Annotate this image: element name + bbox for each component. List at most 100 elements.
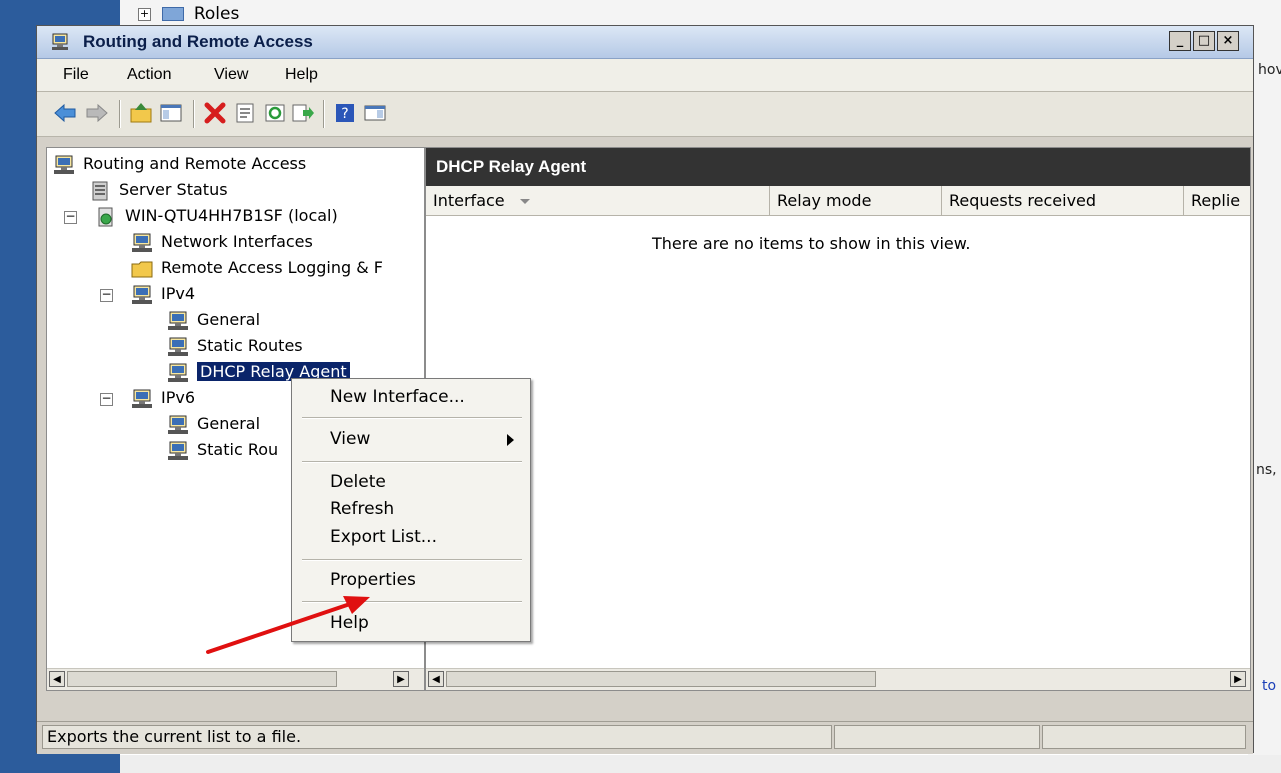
tree-label: Network Interfaces (161, 232, 313, 251)
tree-label: IPv4 (161, 284, 196, 303)
help-icon[interactable]: ? (333, 102, 357, 124)
tree-label: IPv6 (161, 388, 196, 407)
submenu-arrow-icon (507, 434, 514, 446)
column-header-relay-mode[interactable]: Relay mode (770, 186, 942, 216)
export-list-icon[interactable] (291, 102, 315, 124)
dhcp-relay-agent-icon (168, 363, 188, 382)
general-icon (168, 415, 188, 434)
show-hide-tree-icon[interactable] (159, 102, 183, 124)
tree-node-ipv4-static-routes[interactable]: Static Routes (167, 335, 303, 357)
forward-icon[interactable] (85, 102, 109, 124)
context-menu-new-interface[interactable]: New Interface... (330, 387, 465, 407)
scroll-left-icon[interactable]: ◀ (49, 671, 65, 687)
server-status-icon (92, 181, 108, 200)
menu-help[interactable]: Help (285, 66, 318, 84)
tree-node-remote-access-logging[interactable]: Remote Access Logging & F (131, 257, 383, 279)
delete-icon[interactable] (203, 102, 227, 124)
minimize-button[interactable]: _ (1169, 31, 1191, 51)
network-interfaces-icon (132, 233, 152, 252)
tree-node-ipv4-general[interactable]: General (167, 309, 260, 331)
tree-label: Static Rou (197, 440, 279, 459)
expand-icon[interactable]: + (138, 7, 151, 21)
scroll-left-icon[interactable]: ◀ (428, 671, 444, 687)
sort-arrow-icon (519, 199, 530, 204)
background-bottom-strip (120, 755, 1281, 773)
toolbar: ? (37, 92, 1253, 137)
menu-separator (302, 559, 522, 561)
scroll-thumb[interactable] (67, 671, 337, 687)
tree-label: General (197, 310, 261, 329)
refresh-icon[interactable] (263, 102, 287, 124)
scroll-right-icon[interactable]: ▶ (1230, 671, 1246, 687)
context-menu-view[interactable]: View (330, 429, 370, 449)
details-pane: DHCP Relay Agent Interface Relay mode Re… (425, 147, 1251, 691)
menu-file[interactable]: File (63, 66, 89, 84)
scroll-thumb[interactable] (446, 671, 876, 687)
background-roles-node[interactable]: + Roles (138, 4, 239, 24)
menu-view[interactable]: View (214, 66, 248, 84)
scroll-right-icon[interactable]: ▶ (393, 671, 409, 687)
tree-node-ipv6-general[interactable]: General (167, 413, 260, 435)
routing-remote-access-window: Routing and Remote Access _ □ × File Act… (36, 25, 1254, 754)
close-button[interactable]: × (1217, 31, 1239, 51)
status-text: Exports the current list to a file. (42, 725, 832, 749)
menu-separator (302, 601, 522, 603)
maximize-button[interactable]: □ (1193, 31, 1215, 51)
details-horizontal-scrollbar[interactable]: ◀ ▶ (426, 668, 1250, 690)
tree-node-network-interfaces[interactable]: Network Interfaces (131, 231, 313, 253)
properties-icon[interactable] (233, 102, 257, 124)
background-link-snippet[interactable]: to (1262, 678, 1276, 694)
toolbar-separator (323, 100, 325, 128)
static-routes-icon (168, 441, 188, 460)
ipv6-icon (132, 389, 152, 408)
action-pane-icon[interactable] (363, 102, 387, 124)
tree-label: WIN-QTU4HH7B1SF (local) (125, 206, 338, 225)
window-title: Routing and Remote Access (83, 32, 313, 51)
title-bar[interactable]: Routing and Remote Access _ □ × (37, 26, 1253, 59)
menu-separator (302, 417, 522, 419)
general-icon (168, 311, 188, 330)
context-menu-export-list[interactable]: Export List... (330, 527, 437, 547)
status-segment (834, 725, 1040, 749)
tree-label: General (197, 414, 261, 433)
up-folder-icon[interactable] (129, 102, 153, 124)
context-menu-help[interactable]: Help (330, 613, 369, 633)
tree-node-server[interactable]: WIN-QTU4HH7B1SF (local) (95, 205, 338, 227)
tree-horizontal-scrollbar[interactable]: ◀ ▶ (47, 668, 424, 690)
status-segment (1042, 725, 1246, 749)
toolbar-separator (119, 100, 121, 128)
tree-label: Static Routes (197, 336, 303, 355)
back-icon[interactable] (53, 102, 77, 124)
menu-action[interactable]: Action (127, 66, 171, 84)
svg-text:?: ? (341, 106, 348, 122)
menu-bar: File Action View Help (37, 59, 1253, 92)
tree-node-ipv6-static-routes[interactable]: Static Rou (167, 439, 278, 461)
rras-icon (54, 155, 74, 174)
background-text-snippet: hov (1258, 62, 1281, 78)
tree-label: Routing and Remote Access (83, 154, 307, 173)
context-menu-properties[interactable]: Properties (330, 570, 416, 590)
context-menu-delete[interactable]: Delete (330, 472, 386, 492)
column-header-replies[interactable]: Replie (1184, 186, 1250, 216)
column-label: Interface (433, 191, 505, 210)
column-header-interface[interactable]: Interface (426, 186, 770, 216)
status-bar: Exports the current list to a file. (37, 721, 1253, 754)
roles-icon (162, 7, 185, 21)
collapse-icon[interactable]: − (64, 210, 77, 224)
folder-icon (131, 261, 153, 277)
static-routes-icon (168, 337, 188, 356)
tree-node-ipv6[interactable]: IPv6 (131, 387, 195, 409)
menu-separator (302, 461, 522, 463)
tree-label: Remote Access Logging & F (161, 258, 384, 277)
context-menu: New Interface... View Delete Refresh Exp… (291, 378, 531, 642)
collapse-icon[interactable]: − (100, 392, 113, 406)
context-menu-refresh[interactable]: Refresh (330, 499, 394, 519)
tree-node-root[interactable]: Routing and Remote Access (53, 153, 306, 175)
tree-node-ipv4[interactable]: IPv4 (131, 283, 195, 305)
tree-node-server-status[interactable]: Server Status (89, 179, 228, 201)
collapse-icon[interactable]: − (100, 288, 113, 302)
column-header-requests-received[interactable]: Requests received (942, 186, 1184, 216)
empty-list-message: There are no items to show in this view. (652, 234, 971, 253)
tree-label: Server Status (119, 180, 228, 199)
toolbar-separator (193, 100, 195, 128)
